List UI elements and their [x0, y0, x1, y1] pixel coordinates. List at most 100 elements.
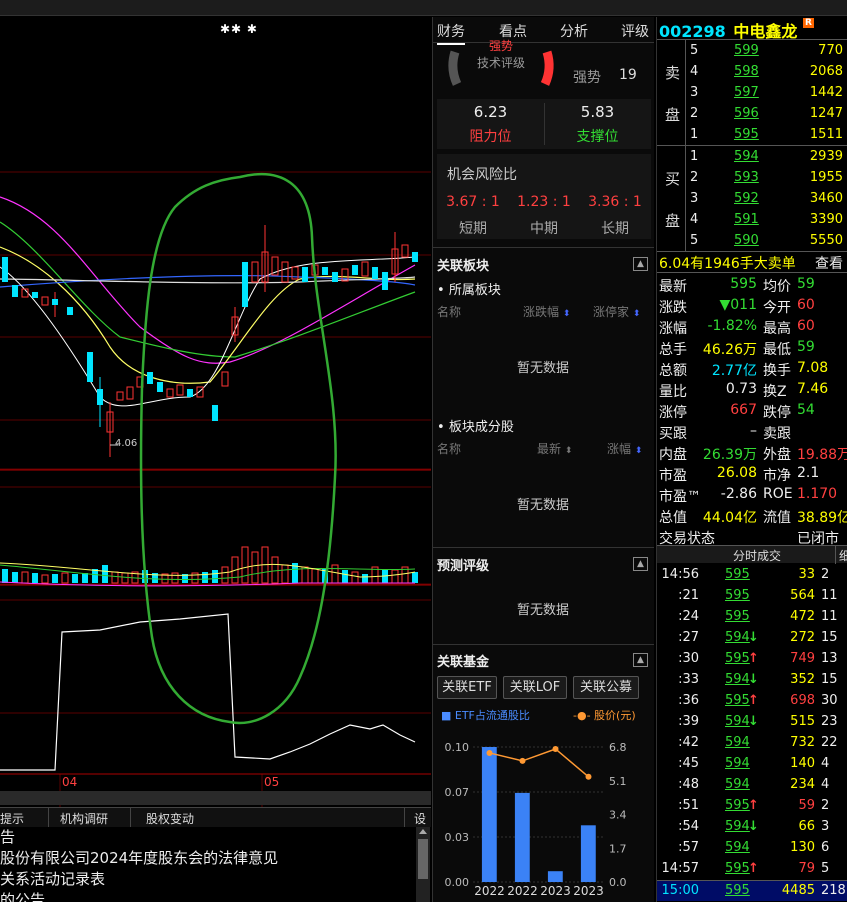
legend-price: -●- 股价(元): [573, 709, 636, 722]
news-item[interactable]: 的公告: [0, 890, 412, 902]
quote-row: 总手 46.26万 最低 59: [657, 337, 847, 358]
etf-button[interactable]: 关联ETF: [437, 676, 497, 699]
tab-settings[interactable]: 设: [414, 810, 426, 827]
trade-count: 218: [821, 883, 846, 898]
quote-value: 0.73: [725, 381, 757, 397]
trade-price: 595: [725, 861, 750, 876]
risk-mid-value: 1.23 : 1: [517, 194, 571, 210]
trades-title[interactable]: 分时成交: [733, 547, 781, 564]
quote-value: 59: [797, 339, 815, 355]
risk-ratio-card: 机会风险比 3.67 : 1 短期 1.23 : 1 中期 3.36 : 1 长…: [437, 154, 651, 239]
quote-label: 市净: [763, 468, 791, 484]
indicator-line: [0, 613, 416, 771]
tab-analysis[interactable]: 分析: [560, 21, 588, 41]
collapse-icon[interactable]: ▲: [633, 557, 648, 571]
public-fund-button[interactable]: 关联公募: [573, 676, 639, 699]
level-volume: 3390: [809, 212, 843, 227]
no-data-text: 暂无数据: [516, 603, 569, 618]
quote-table: 最新 595 均价 59 涨跌 ▼011 今开 60 涨幅 -1.82% 最高 60 总手 46.26万最…: [657, 272, 847, 547]
collapse-icon[interactable]: ▲: [633, 653, 648, 667]
sell-level-row[interactable]: 2 596 1247: [657, 104, 847, 125]
view-link[interactable]: 查看: [815, 253, 843, 273]
tab-detail[interactable]: 细: [839, 547, 847, 564]
big-order-bar[interactable]: 6.04有1946手大卖单 查看: [657, 251, 847, 273]
sell-level-row[interactable]: 1 595 1511: [657, 125, 847, 146]
quote-row: 总额 2.77亿 换手 7.08: [657, 358, 847, 379]
buy-level-row[interactable]: 5 590 5550: [657, 231, 847, 252]
buy-level-row[interactable]: 1 594 2939: [657, 147, 847, 168]
trade-price: 595: [725, 798, 750, 813]
tab-rating[interactable]: 评级: [621, 21, 649, 41]
level-volume: 1442: [809, 85, 843, 100]
news-scrollbar[interactable]: [416, 827, 430, 902]
trade-price: 594: [725, 819, 750, 834]
etf-bar: [481, 747, 497, 882]
quote-value: 19.88万: [797, 447, 847, 463]
quote-label: 总手: [659, 342, 687, 358]
trade-row: :36 595 ↑ 698 30: [657, 691, 847, 712]
trade-volume: 732: [790, 735, 815, 750]
trade-row: :24 595 472 11: [657, 607, 847, 628]
level-num: 2: [690, 106, 699, 121]
tab-equity-change[interactable]: 股权变动: [146, 810, 194, 827]
level-num: 5: [690, 233, 699, 248]
quote-row: 市盈 26.08 市净 2.1: [657, 463, 847, 484]
sell-level-row[interactable]: 4 598 2068: [657, 62, 847, 83]
trade-volume: 698: [790, 693, 815, 708]
quote-label: 流值: [763, 510, 791, 526]
trade-count: 15: [821, 630, 838, 645]
level-volume: 770: [818, 43, 843, 58]
trade-time: :39: [678, 714, 699, 729]
col-latest[interactable]: 最新 ⬍: [537, 440, 572, 457]
legend-etf: ■ ETF占流通股比: [441, 709, 530, 722]
news-item[interactable]: 告: [0, 827, 412, 848]
collapse-icon[interactable]: ▲: [633, 257, 648, 271]
support-value: 5.83: [580, 103, 615, 121]
trade-price: 594: [725, 777, 750, 792]
trade-count: 6: [821, 840, 830, 855]
level-num: 2: [690, 170, 699, 185]
trade-volume: 564: [790, 588, 815, 603]
sell-level-row[interactable]: 5 599 770: [657, 41, 847, 62]
buy-level-row[interactable]: 3 592 3460: [657, 189, 847, 210]
news-item[interactable]: 股份有限公司2024年度股东会的法律意见: [0, 848, 412, 869]
trade-volume: 352: [790, 672, 815, 687]
etf-bar: [514, 792, 530, 882]
buy-level-row[interactable]: 2 593 1955: [657, 168, 847, 189]
buy-level-row[interactable]: 4 591 3390: [657, 210, 847, 231]
trade-price: 594: [725, 840, 750, 855]
quote-value: 2.1: [797, 465, 820, 481]
col-limitup[interactable]: 涨停家 ⬍: [593, 303, 640, 320]
y-right-tick: 5.1: [609, 775, 627, 788]
tab-institution-research[interactable]: 机构调研: [60, 810, 108, 827]
quote-label: 总值: [659, 510, 687, 526]
trade-count: 3: [821, 819, 830, 834]
lof-button[interactable]: 关联LOF: [503, 676, 567, 699]
quote-row: 涨幅 -1.82% 最高 60: [657, 316, 847, 337]
quote-label: 总额: [659, 363, 687, 379]
chart-scrollbar[interactable]: [0, 791, 431, 805]
trade-time: :27: [678, 630, 699, 645]
level-price: 591: [734, 212, 759, 227]
col-pct[interactable]: 涨幅 ⬍: [607, 440, 642, 457]
level-num: 4: [690, 212, 699, 227]
quote-pane: 002298 中电鑫龙 R 卖 盘 买 盘 5 599 770 4 598 2068 3 59…: [656, 17, 847, 902]
risk-title: 机会风险比: [447, 167, 517, 183]
trade-row: :57 594 130 6: [657, 838, 847, 859]
top-bar: [0, 0, 847, 16]
quote-label: 外盘: [763, 447, 791, 463]
kline-chart-pane[interactable]: ✱✱ ✱ 4.06 04 05 提示 机构调研 股权变动 设 告 股份有限公司2…: [0, 17, 431, 902]
sell-level-row[interactable]: 3 597 1442: [657, 83, 847, 104]
trade-count: 4: [821, 777, 830, 792]
y-left-tick: 0.07: [445, 786, 470, 799]
trade-row: :27 594 ↓ 272 15: [657, 628, 847, 649]
risk-mid-label: 中期: [530, 221, 558, 237]
col-change[interactable]: 涨跌幅 ⬍: [523, 303, 570, 320]
news-item[interactable]: 关系活动记录表: [0, 869, 412, 890]
trade-count: 30: [821, 693, 838, 708]
tab-tips[interactable]: 提示: [0, 810, 24, 827]
trade-row: :42 594 732 22: [657, 733, 847, 754]
quote-value: 44.04亿: [702, 510, 757, 526]
trade-count: 5: [821, 861, 830, 876]
level-price: 595: [734, 127, 759, 142]
